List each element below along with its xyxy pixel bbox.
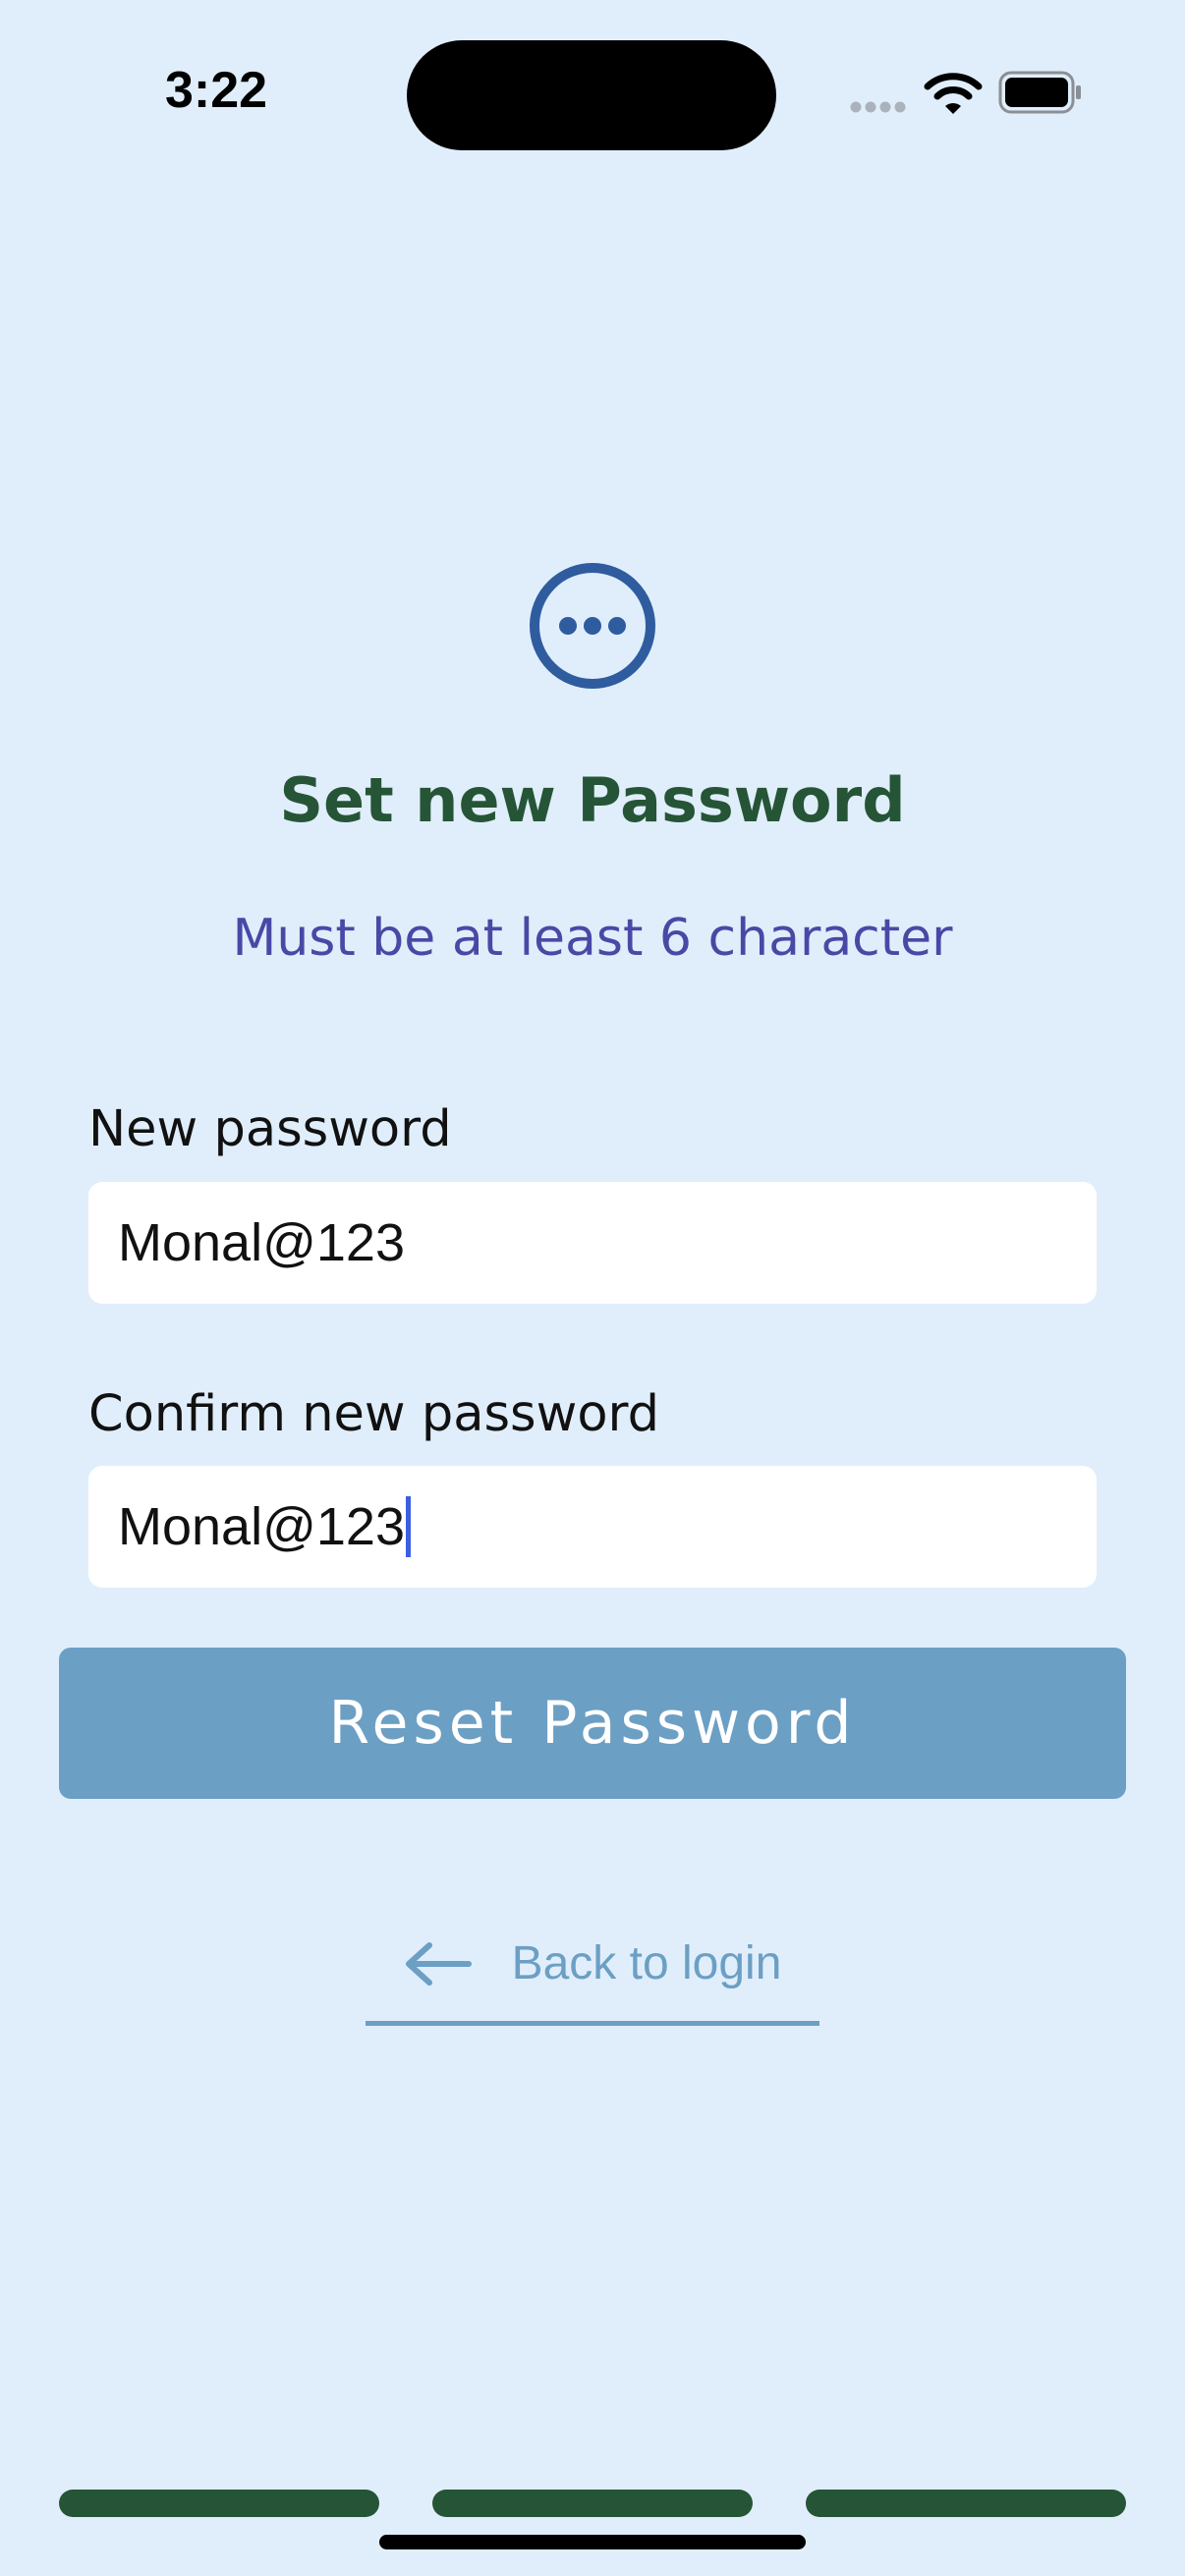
new-password-value: Monal@123 bbox=[118, 1213, 405, 1272]
confirm-password-field[interactable]: Monal@123 bbox=[88, 1466, 1097, 1588]
ellipsis-circle-icon bbox=[530, 563, 655, 689]
password-hint: Must be at least 6 character bbox=[232, 909, 953, 968]
dynamic-island bbox=[407, 40, 776, 150]
progress-step-1 bbox=[59, 2490, 379, 2517]
cellular-signal-icon bbox=[850, 101, 906, 113]
new-password-label: New password bbox=[88, 1100, 452, 1158]
back-to-login-label: Back to login bbox=[511, 1937, 782, 1989]
confirm-password-value: Monal@123 bbox=[118, 1497, 405, 1556]
battery-icon bbox=[998, 71, 1081, 114]
progress-step-2 bbox=[432, 2490, 753, 2517]
arrow-left-icon bbox=[405, 1941, 472, 1986]
new-password-field[interactable]: Monal@123 bbox=[88, 1182, 1097, 1304]
home-indicator bbox=[379, 2535, 806, 2549]
wifi-icon bbox=[924, 73, 983, 114]
text-cursor bbox=[406, 1496, 411, 1557]
progress-step-3 bbox=[806, 2490, 1126, 2517]
confirm-password-label: Confirm new password bbox=[88, 1385, 659, 1443]
reset-password-button[interactable]: Reset Password bbox=[59, 1648, 1126, 1799]
page-title: Set new Password bbox=[279, 764, 906, 836]
back-to-login-link[interactable]: Back to login bbox=[366, 1924, 819, 2026]
status-time: 3:22 bbox=[165, 62, 268, 119]
